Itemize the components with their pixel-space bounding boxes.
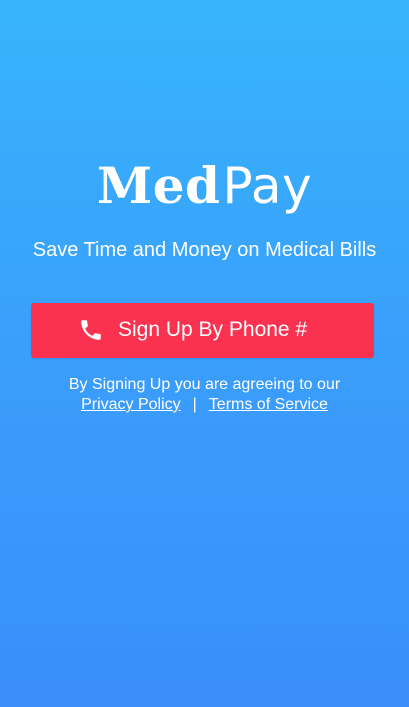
- phone-icon: [81, 320, 101, 340]
- signup-screen: MedPay Save Time and Money on Medical Bi…: [0, 0, 409, 707]
- link-separator: |: [192, 396, 197, 413]
- logo-pay-text: Pay: [222, 157, 313, 215]
- tagline: Save Time and Money on Medical Bills: [32, 239, 377, 261]
- terms-of-service-link[interactable]: Terms of Service: [209, 396, 328, 413]
- legal-links: Privacy Policy | Terms of Service: [0, 395, 409, 415]
- agreement-text: By Signing Up you are agreeing to our: [68, 376, 341, 393]
- legal-notice: By Signing Up you are agreeing to our Pr…: [0, 375, 409, 415]
- app-logo: MedPay: [0, 154, 409, 218]
- logo-med-text: Med: [96, 156, 221, 215]
- signup-by-phone-button[interactable]: Sign Up By Phone #: [31, 303, 374, 358]
- signup-button-label: Sign Up By Phone #: [118, 318, 308, 341]
- privacy-policy-link[interactable]: Privacy Policy: [81, 396, 181, 413]
